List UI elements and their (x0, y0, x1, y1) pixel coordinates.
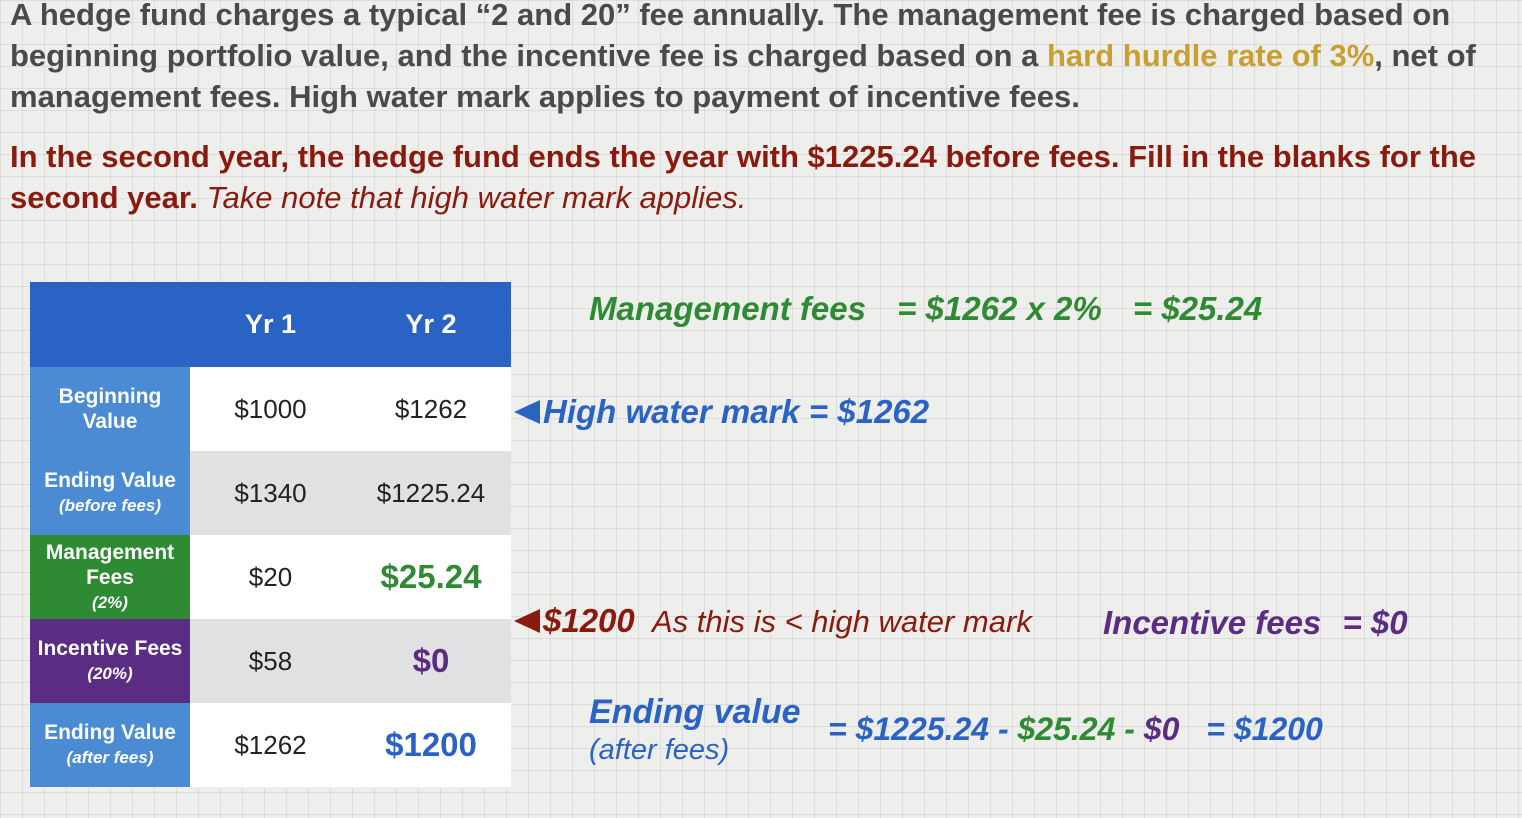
row-label: Management Fees (2%) (30, 535, 190, 619)
incentive-value: $1200 (543, 602, 635, 639)
row-label: Ending Value (before fees) (30, 451, 190, 535)
table-row-ending-value-before: Ending Value (before fees) $1340 $1225.24 (30, 451, 511, 535)
incentive-annotation: $1200 As this is < high water mark (543, 602, 1032, 640)
cell-yr1: $1000 (190, 367, 351, 451)
task-prompt: In the second year, the hedge fund ends … (10, 136, 1510, 218)
cell-yr2-answer: $1200 (351, 703, 511, 787)
mgmt-label: Management fees (589, 290, 866, 327)
header-yr2: Yr 2 (405, 309, 457, 339)
ending-value-label-block: Ending value (after fees) (589, 693, 801, 769)
row-label: Beginning Value (30, 367, 190, 451)
incentive-fee-result: Incentive fees = $0 (1103, 604, 1408, 642)
row-label-text: Incentive Fees (37, 637, 183, 660)
cell-yr1: $1340 (190, 451, 351, 535)
cell-yr2-answer: $0 (351, 619, 511, 703)
cell-yr2-answer: $25.24 (351, 535, 511, 619)
mgmt-fee-annotation: Management fees = $1262 x 2% = $25.24 (589, 290, 1262, 328)
problem-intro: A hedge fund charges a typical “2 and 20… (10, 0, 1520, 117)
table-row-management-fees: Management Fees (2%) $20 $25.24 (30, 535, 511, 619)
incentive-label: Incentive fees (1103, 604, 1322, 641)
header-yr1: Yr 1 (244, 309, 297, 339)
cell-yr1: $58 (190, 619, 351, 703)
row-label-sub: (before fees) (58, 496, 162, 515)
incentive-result: = $0 (1342, 604, 1408, 641)
left-arrow-icon (514, 400, 540, 424)
cell-yr1: $1262 (190, 703, 351, 787)
hurdle-rate-highlight: hard hurdle rate of 3% (1046, 38, 1375, 73)
mgmt-result: = $25.24 (1132, 290, 1263, 327)
ending-sub: (after fees) (589, 734, 730, 766)
ending-eq: = $1225.24 - (828, 711, 1009, 747)
table-row-incentive-fees: Incentive Fees (20%) $58 $0 (30, 619, 511, 703)
row-label-text: Beginning Value (58, 385, 162, 433)
ending-inc: $0 (1143, 711, 1180, 747)
table-row-beginning-value: Beginning Value $1000 $1262 (30, 367, 511, 451)
row-label: Ending Value (after fees) (30, 703, 190, 787)
ending-value-equation: = $1225.24 - $25.24 - $0 = $1200 (828, 711, 1323, 748)
fee-table: Yr 1 Yr 2 Beginning Value $1000 $1262 En… (30, 282, 511, 787)
cell-yr2: $1225.24 (351, 451, 511, 535)
left-arrow-icon (514, 609, 540, 633)
cell-yr1: $20 (190, 535, 351, 619)
row-label-sub: (2%) (92, 592, 128, 612)
ending-label: Ending value (589, 693, 801, 731)
row-label-sub: (20%) (87, 664, 133, 683)
ending-mgmt: $25.24 - (1017, 711, 1135, 747)
ending-result: = $1200 (1206, 711, 1323, 747)
task-note: Take note that high water mark applies. (206, 180, 747, 215)
high-water-mark-annotation: High water mark = $1262 (543, 393, 930, 430)
cell-yr2: $1262 (351, 367, 511, 451)
row-label-text: Management Fees (45, 540, 175, 589)
row-label: Incentive Fees (20%) (30, 619, 190, 703)
row-label-text: Ending Value (44, 469, 176, 492)
table-row-ending-value-after: Ending Value (after fees) $1262 $1200 (30, 703, 511, 787)
row-label-text: Ending Value (44, 721, 176, 744)
incentive-reason: As this is < high water mark (651, 604, 1032, 639)
header-empty-cell (30, 282, 190, 367)
mgmt-calc: = $1262 x 2% (897, 290, 1102, 327)
row-label-sub: (after fees) (66, 748, 154, 767)
table-header-row: Yr 1 Yr 2 (30, 282, 511, 367)
